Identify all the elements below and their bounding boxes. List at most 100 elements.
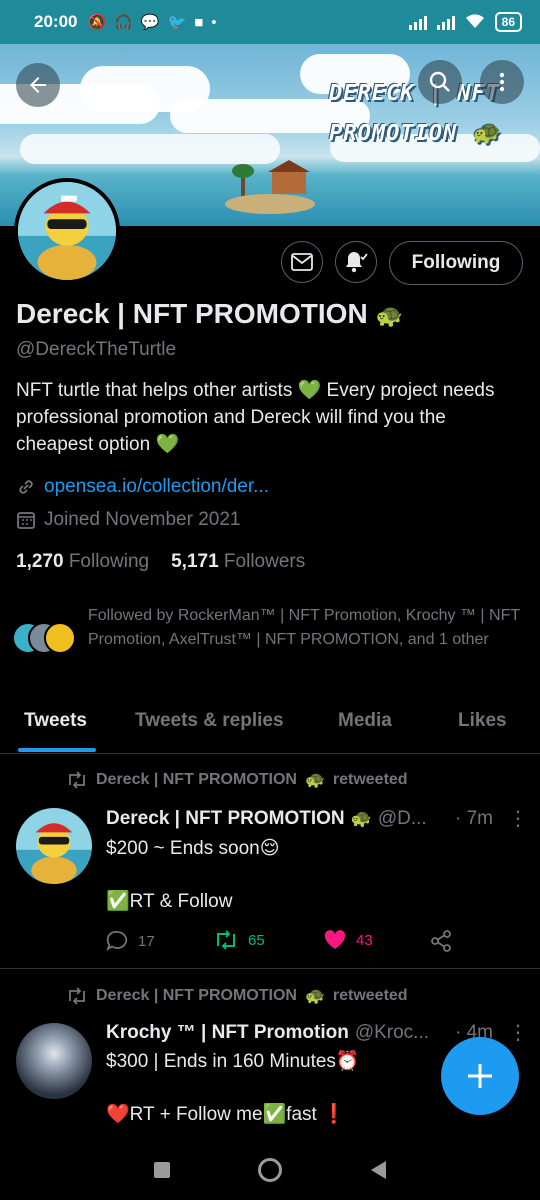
retweet-icon (69, 987, 85, 1005)
notifications-button[interactable] (335, 241, 377, 283)
tab-tweets[interactable]: Tweets (24, 710, 87, 732)
headset-icon: 🎧 (114, 14, 133, 31)
retweeted-by-name: Dereck | NFT PROMOTION (96, 771, 297, 788)
tweet-time: · 7m (455, 808, 493, 829)
profile-name: Dereck | NFT PROMOTION 🐢 (16, 298, 403, 330)
house-image (268, 160, 310, 194)
profile-name-text: Dereck | NFT PROMOTION (16, 298, 368, 329)
tweet-line: $300 | Ends in 160 Minutes⏰ (106, 1051, 360, 1072)
turtle-icon: 🐢 (304, 772, 325, 789)
bell-check-icon (346, 252, 368, 273)
notification-icons: 🔕 🎧 💬 🐦 ■ • (87, 13, 217, 32)
following-label: Following (68, 551, 150, 572)
banner-title: DERECK | NFT PROMOTION 🐢 (329, 74, 500, 154)
tweet-author-handle: @Kroc... (354, 1022, 430, 1043)
reply-icon (106, 931, 128, 952)
retweet-context: Dereck | NFT PROMOTION 🐢 retweeted (66, 770, 408, 790)
banner-title-line-1: DERECK | NFT (329, 81, 500, 106)
tab-likes[interactable]: Likes (458, 710, 507, 732)
message-button[interactable] (281, 241, 323, 283)
mute-icon: 🔕 (87, 14, 107, 31)
signal-icon (408, 14, 427, 30)
turtle-icon: 🐢 (350, 809, 372, 828)
tweet-author-name[interactable]: Krochy ™ | NFT Promotion (106, 1022, 349, 1044)
retweet-button[interactable]: 65 (214, 930, 265, 950)
followers-count: 5,171 (171, 551, 219, 572)
search-button[interactable] (418, 60, 462, 104)
followed-by-text: Followed by RockerMan™ | NFT Promotion, … (88, 607, 520, 648)
wifi-icon (465, 13, 485, 32)
tweet-author-avatar[interactable] (16, 1023, 92, 1099)
battery-icon: 86 (494, 12, 522, 32)
tab-tweets-and-replies[interactable]: Tweets & replies (135, 710, 284, 732)
twitter-icon: 🐦 (167, 14, 187, 31)
tab-media[interactable]: Media (338, 710, 392, 732)
video-icon: ■ (194, 13, 204, 31)
home-button[interactable] (258, 1158, 283, 1182)
tweet-header: Krochy ™ | NFT Promotion @Kroc... (106, 1022, 429, 1044)
profile-link[interactable]: opensea.io/collection/der... (44, 476, 269, 498)
profile-link-row: opensea.io/collection/der... (16, 476, 269, 498)
more-notifications-dot: • (211, 13, 217, 31)
avatar (44, 622, 76, 654)
turtle-avatar-image (16, 823, 92, 884)
tweet-author-name[interactable]: Dereck | NFT PROMOTION (106, 808, 345, 830)
tweet-header: Dereck | NFT PROMOTION 🐢 @D... (106, 808, 427, 830)
tweet-line: ❤️RT + Follow me✅fast ❗ (106, 1104, 346, 1125)
reply-button[interactable]: 17 (106, 930, 155, 952)
banner-title-line-2: PROMOTION 🐢 (329, 121, 500, 146)
palm-tree-image (232, 164, 254, 200)
tweet-divider (0, 968, 540, 969)
search-icon (429, 71, 450, 92)
joined-date: Joined November 2021 (44, 509, 241, 530)
following-stat[interactable]: 1,270 Following (16, 551, 149, 573)
back-nav-button[interactable] (370, 1161, 386, 1179)
followed-by-avatars (12, 622, 78, 656)
turtle-icon: 🐢 (375, 303, 403, 328)
followed-by-row[interactable]: Followed by RockerMan™ | NFT Promotion, … (12, 604, 532, 656)
reply-count: 17 (138, 932, 155, 950)
tweet-line: $200 ~ Ends soon😌 (106, 838, 280, 859)
followers-label: Followers (223, 551, 306, 572)
profile-tabs: Tweets Tweets & replies Media Likes (0, 696, 540, 754)
retweeted-label: retweeted (332, 987, 408, 1004)
system-navigation-bar (0, 1140, 540, 1200)
profile-avatar[interactable] (14, 178, 120, 284)
green-heart-icon: 💚 (155, 434, 180, 455)
status-time: 20:00 (34, 12, 78, 31)
recent-apps-button[interactable] (154, 1162, 171, 1178)
heart-filled-icon (324, 930, 346, 949)
turtle-avatar-image (18, 182, 116, 280)
status-bar: 20:00 🔕 🎧 💬 🐦 ■ • 86 (0, 0, 540, 44)
retweet-icon (69, 771, 85, 789)
follow-stats: 1,270 Following 5,171 Followers (16, 551, 305, 573)
tweet-text: $200 ~ Ends soon😌 ✅RT & Follow (106, 836, 280, 915)
back-button[interactable] (16, 63, 60, 107)
tweet-more-button[interactable]: ⋮ (508, 1020, 528, 1045)
link-icon (19, 480, 33, 494)
like-count: 43 (356, 931, 373, 949)
tweet-author-handle: @D... (377, 808, 427, 829)
turtle-icon: 🐢 (304, 988, 325, 1005)
island-image (225, 194, 315, 214)
joined-date-row: Joined November 2021 (16, 509, 240, 531)
retweeted-label: retweeted (332, 771, 408, 788)
bio-text-1: NFT turtle that helps other artists (16, 380, 298, 401)
retweet-count: 65 (248, 931, 265, 949)
like-button[interactable]: 43 (324, 930, 373, 950)
followers-stat[interactable]: 5,171 Followers (171, 551, 305, 573)
compose-tweet-button[interactable] (441, 1037, 519, 1115)
active-tab-indicator (18, 748, 96, 752)
kebab-menu-icon (499, 72, 505, 92)
green-heart-icon: 💚 (297, 380, 322, 401)
arrow-left-icon (30, 77, 46, 93)
share-button[interactable] (430, 930, 452, 952)
following-button[interactable]: Following (389, 241, 523, 285)
retweet-context: Dereck | NFT PROMOTION 🐢 retweeted (66, 986, 408, 1006)
tweet-author-avatar[interactable] (16, 808, 92, 884)
more-options-button[interactable] (480, 60, 524, 104)
tweet-more-button[interactable]: ⋮ (508, 806, 528, 831)
retweeted-by-name: Dereck | NFT PROMOTION (96, 987, 297, 1004)
calendar-icon (17, 512, 35, 529)
messenger-icon: 💬 (140, 14, 160, 31)
